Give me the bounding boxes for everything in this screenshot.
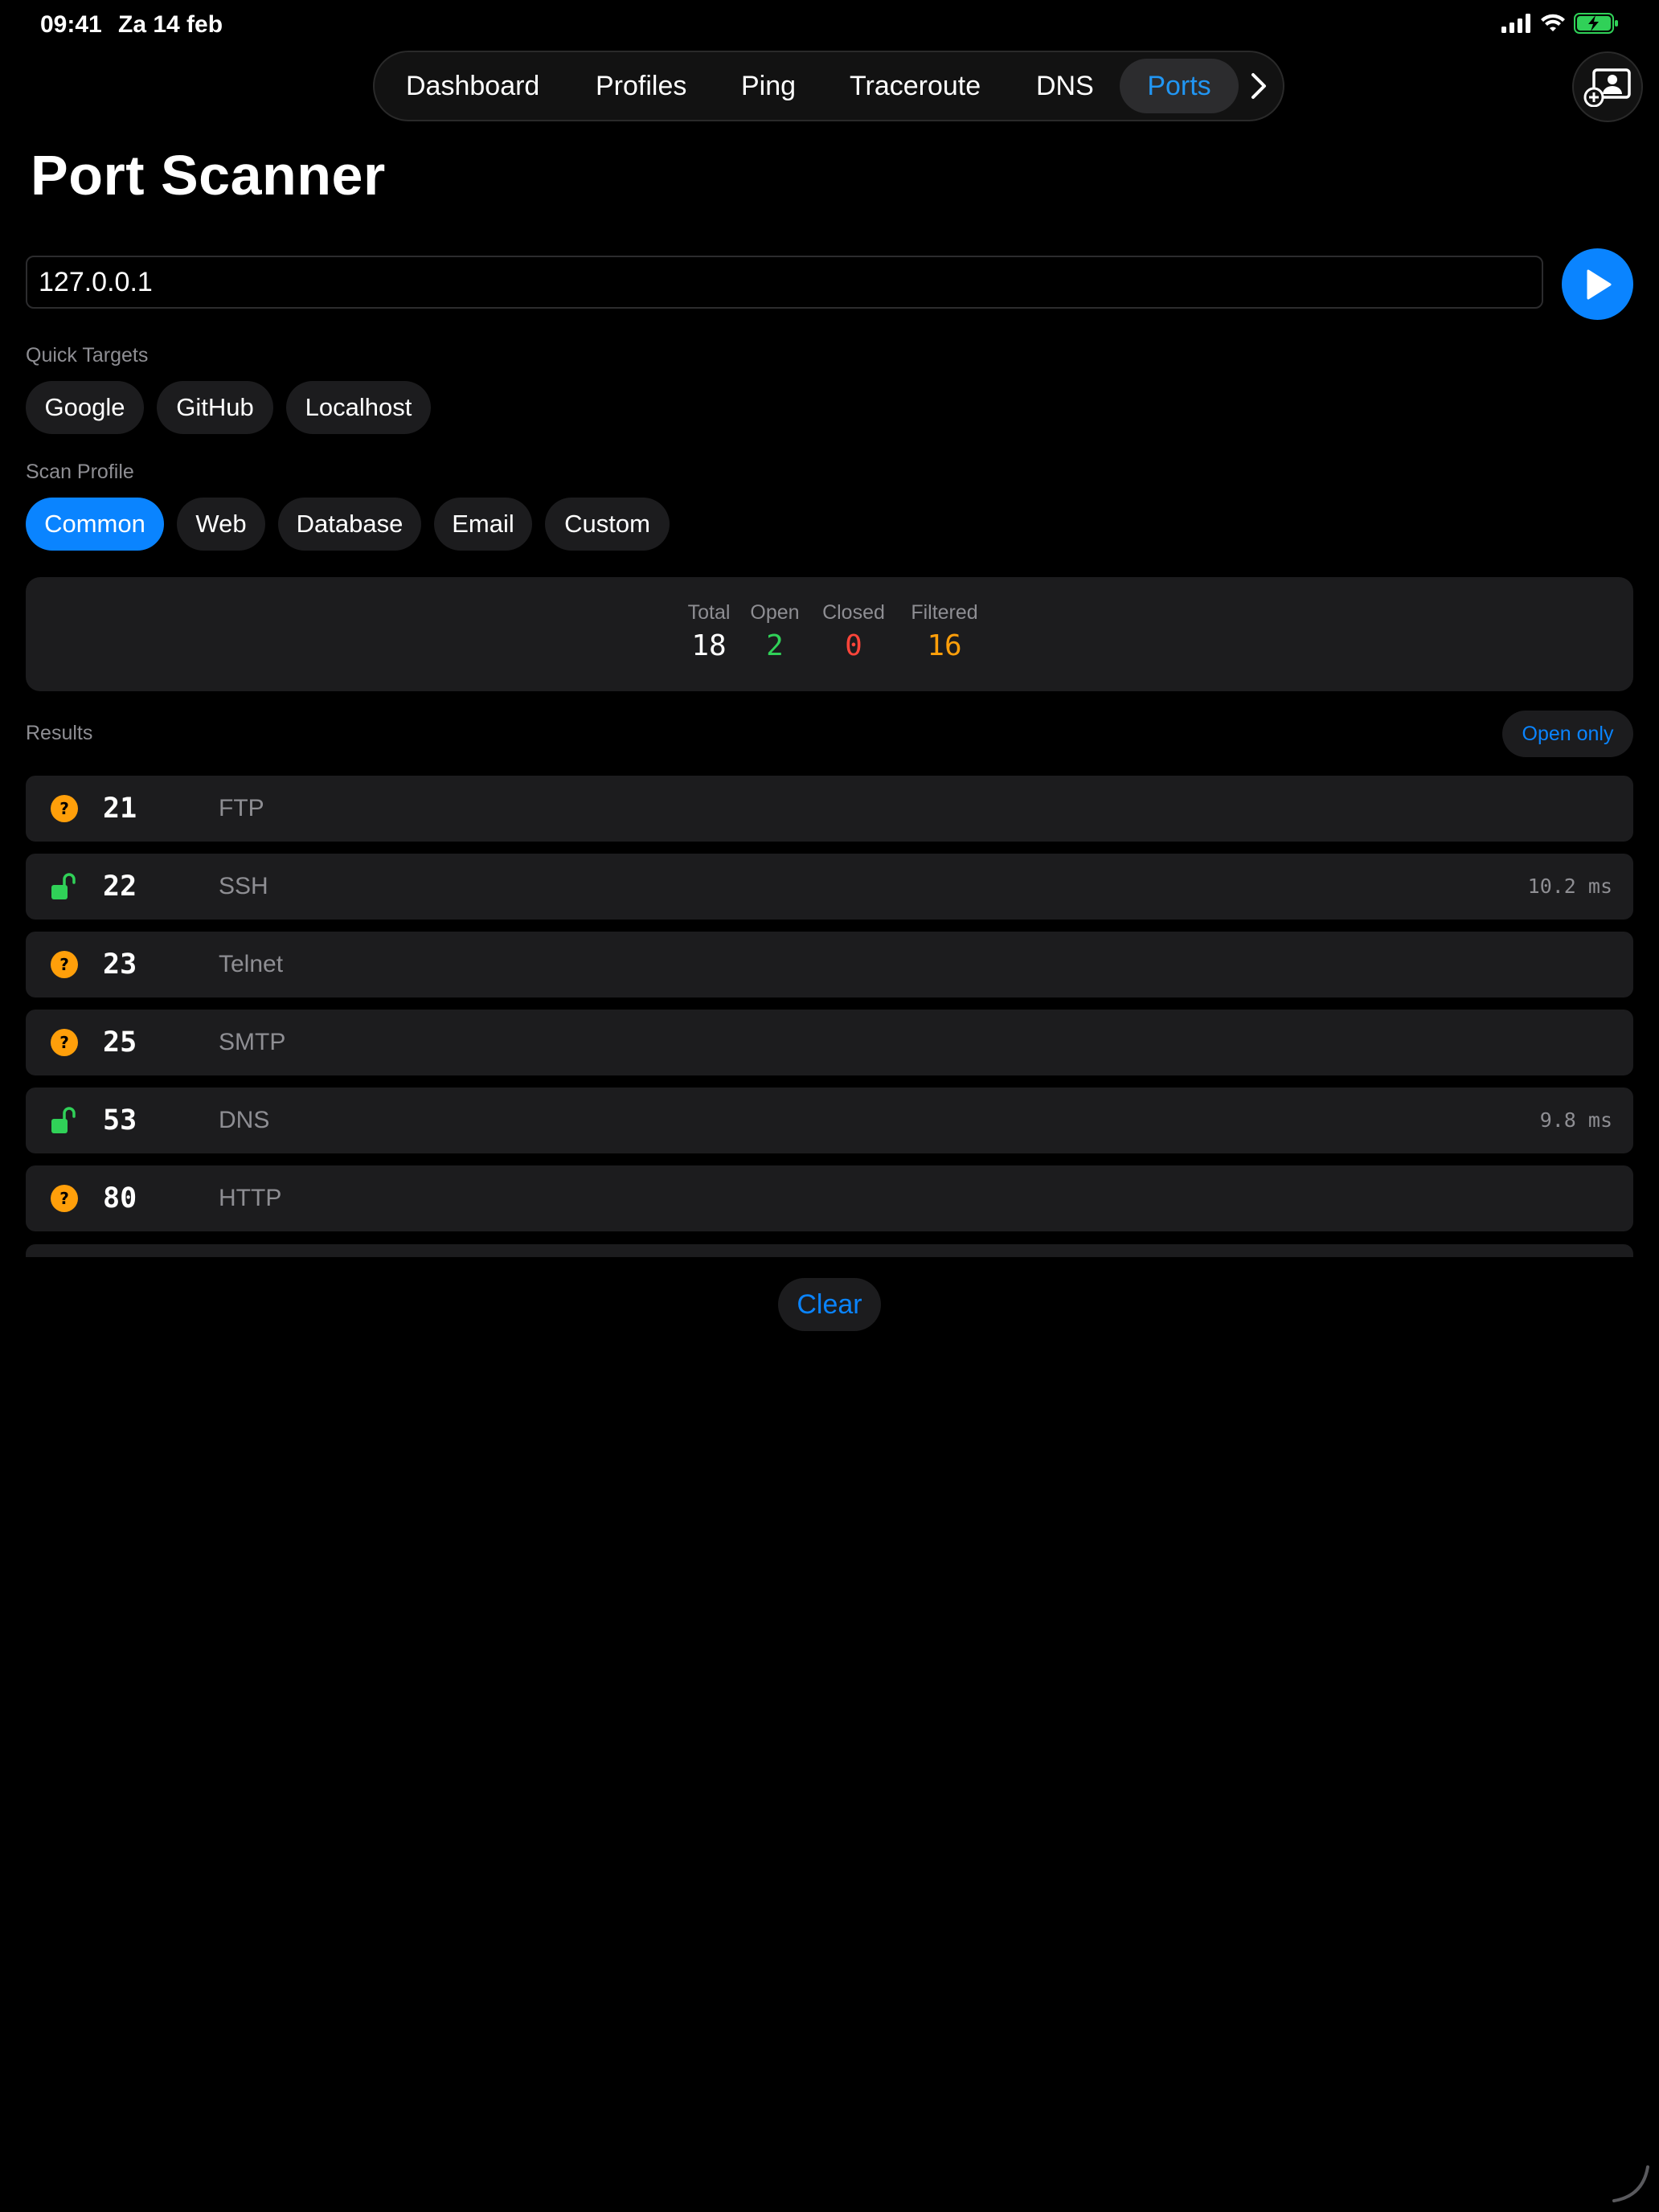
play-icon [1587, 269, 1611, 299]
port-number: 22 [103, 870, 137, 903]
person-add-icon [1583, 68, 1631, 107]
svg-text:?: ? [59, 955, 69, 974]
result-row-23[interactable]: ? 23 Telnet [26, 932, 1633, 997]
quick-target-google[interactable]: Google [26, 381, 144, 434]
cellular-signal-icon [1501, 14, 1530, 33]
port-number: 53 [103, 1104, 137, 1137]
tab-dashboard[interactable]: Dashboard [406, 52, 539, 120]
question-circle-icon: ? [51, 951, 78, 978]
stat-total-label: Total [687, 601, 731, 624]
chevron-right-icon[interactable] [1249, 72, 1268, 100]
port-service: SMTP [219, 1029, 286, 1055]
quick-targets-label: Quick Targets [26, 344, 149, 367]
stat-closed: Closed 0 [815, 601, 892, 662]
result-row-53[interactable]: 53 DNS 9.8 ms [26, 1088, 1633, 1153]
quick-target-github[interactable]: GitHub [157, 381, 273, 434]
start-scan-button[interactable] [1562, 248, 1633, 320]
port-service: HTTP [219, 1185, 282, 1211]
scan-summary: Total 18 Open 2 Closed 0 Filtered 16 [26, 577, 1633, 691]
scan-profile-database[interactable]: Database [278, 498, 421, 551]
wifi-icon [1541, 14, 1565, 31]
stat-filtered-value: 16 [927, 629, 962, 662]
host-input[interactable]: 127.0.0.1 [26, 256, 1543, 309]
svg-text:?: ? [59, 799, 69, 818]
lock-open-icon [51, 1107, 76, 1133]
stat-closed-label: Closed [822, 601, 885, 624]
quick-target-localhost[interactable]: Localhost [286, 381, 431, 434]
port-number: 80 [103, 1182, 137, 1215]
result-row-80[interactable]: ? 80 HTTP [26, 1165, 1633, 1231]
stat-filtered-label: Filtered [911, 601, 978, 624]
scan-profile-common[interactable]: Common [26, 498, 164, 551]
stat-closed-value: 0 [845, 629, 862, 662]
tab-bar: Dashboard Profiles Ping Traceroute DNS P… [373, 51, 1284, 121]
status-date: Za 14 feb [118, 11, 223, 38]
page-title: Port Scanner [31, 144, 386, 207]
port-service: FTP [219, 795, 264, 821]
results-label: Results [26, 722, 93, 744]
port-number: 21 [103, 793, 137, 825]
stat-open-value: 2 [766, 629, 784, 662]
stat-open-label: Open [750, 601, 800, 624]
scan-profile-custom[interactable]: Custom [545, 498, 670, 551]
lock-open-icon [51, 873, 76, 899]
tab-profiles[interactable]: Profiles [596, 52, 686, 120]
clear-button[interactable]: Clear [778, 1278, 881, 1331]
status-indicators [1501, 13, 1619, 34]
svg-text:?: ? [59, 1189, 69, 1208]
stat-total-value: 18 [691, 629, 727, 662]
result-row-25[interactable]: ? 25 SMTP [26, 1010, 1633, 1075]
tab-ping[interactable]: Ping [741, 52, 796, 120]
question-circle-icon: ? [51, 1029, 78, 1056]
question-circle-icon: ? [51, 795, 78, 822]
stat-open: Open 2 [746, 601, 804, 662]
svg-text:?: ? [59, 1033, 69, 1052]
battery-charging-icon [1574, 13, 1618, 34]
tab-ports[interactable]: Ports [1120, 59, 1239, 113]
port-number: 25 [103, 1026, 137, 1059]
result-row-22[interactable]: 22 SSH 10.2 ms [26, 854, 1633, 920]
question-circle-icon: ? [51, 1185, 78, 1212]
port-service: SSH [219, 873, 268, 899]
tab-dns[interactable]: DNS [1036, 52, 1094, 120]
scan-profile-email[interactable]: Email [434, 498, 532, 551]
stat-filtered: Filtered 16 [903, 601, 986, 662]
port-service: DNS [219, 1107, 270, 1133]
stat-total: Total 18 [677, 601, 741, 662]
add-profile-button[interactable] [1572, 51, 1643, 122]
port-number: 23 [103, 948, 137, 981]
resize-handle-icon[interactable] [1611, 2164, 1651, 2204]
status-time: 09:41 [40, 11, 102, 38]
port-latency: 10.2 ms [1527, 875, 1612, 898]
port-latency: 9.8 ms [1539, 1108, 1612, 1132]
result-row-21[interactable]: ? 21 FTP [26, 776, 1633, 842]
port-service: Telnet [219, 951, 284, 977]
scan-profile-label: Scan Profile [26, 461, 134, 483]
result-row-partial [26, 1244, 1633, 1257]
scan-profile-web[interactable]: Web [177, 498, 265, 551]
open-only-filter-button[interactable]: Open only [1502, 711, 1633, 757]
tab-traceroute[interactable]: Traceroute [850, 52, 981, 120]
